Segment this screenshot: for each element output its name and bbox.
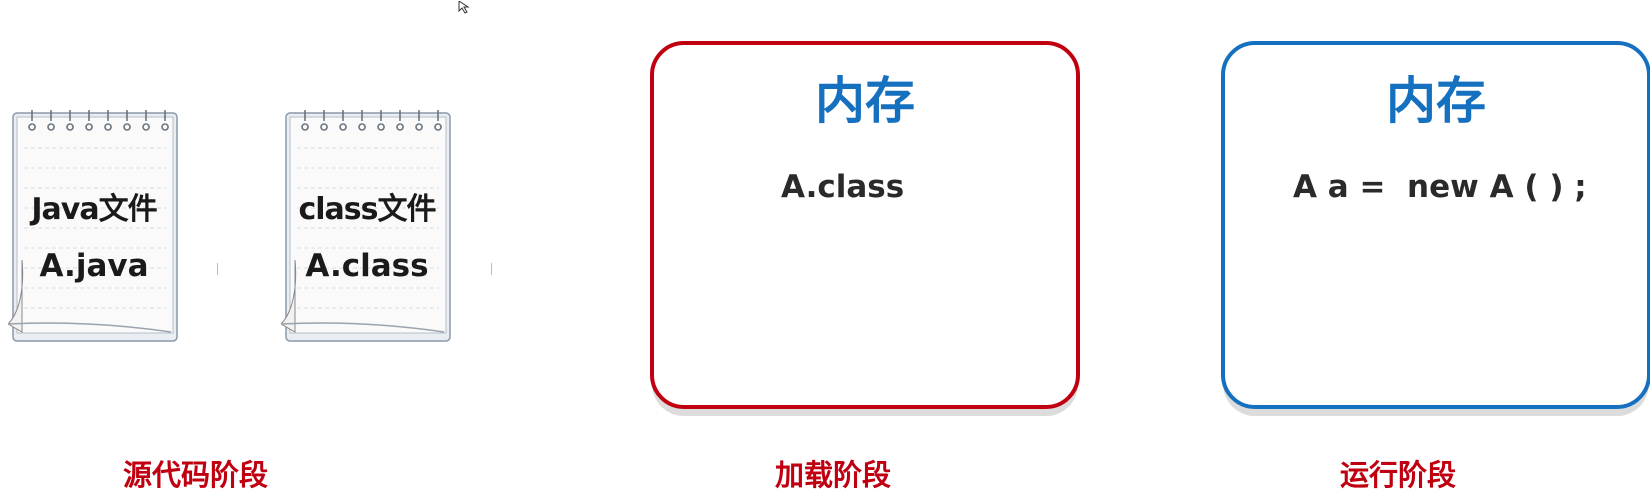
- run-memory-box: 内存 A a = new A ( ) ;: [1221, 41, 1650, 409]
- java-file-notepad: Java文件 A.java: [8, 110, 180, 342]
- memory-title: 内存: [815, 72, 915, 130]
- file-type-label: Java文件: [31, 192, 157, 227]
- file-name-label: A.class: [305, 248, 429, 284]
- divider-tick: [491, 263, 492, 275]
- divider-tick: [217, 263, 218, 275]
- memory-content: A.class: [781, 169, 905, 205]
- mouse-cursor-icon: [458, 0, 472, 19]
- load-stage-label: 加载阶段: [775, 458, 892, 492]
- memory-title: 内存: [1386, 72, 1486, 130]
- class-file-notepad: class文件 A.class: [281, 110, 453, 342]
- file-type-label: class文件: [298, 192, 436, 227]
- file-name-label: A.java: [39, 248, 149, 284]
- load-memory-box: 内存 A.class: [650, 41, 1080, 409]
- memory-content: A a = new A ( ) ;: [1293, 169, 1587, 205]
- source-stage-label: 源代码阶段: [123, 458, 269, 492]
- run-stage-label: 运行阶段: [1340, 458, 1457, 492]
